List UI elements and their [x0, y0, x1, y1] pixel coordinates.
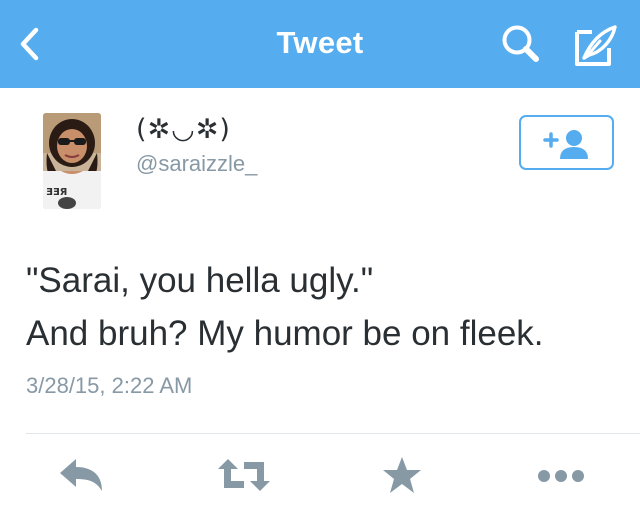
tweet-text: "Sarai, you hella ugly." And bruh? My hu…	[26, 254, 626, 360]
more-dots-icon	[538, 470, 584, 482]
more-button[interactable]	[536, 455, 586, 495]
favorite-button[interactable]	[380, 455, 424, 495]
avatar-photo: ƎƎЯ	[43, 113, 101, 209]
avatar[interactable]: ƎƎЯ	[43, 113, 101, 209]
timestamp: 3/28/15, 2:22 AM	[26, 373, 193, 398]
retweet-icon	[218, 459, 270, 491]
search-icon	[502, 25, 539, 62]
display-name[interactable]: (✲◡✲)	[136, 114, 231, 145]
star-icon	[383, 457, 421, 493]
search-button[interactable]	[498, 22, 544, 68]
follow-button[interactable]	[519, 115, 614, 170]
add-user-icon	[543, 130, 588, 159]
reply-icon	[60, 459, 102, 491]
compose-icon	[575, 25, 617, 66]
retweet-button[interactable]	[216, 455, 272, 495]
svg-text:ƎƎЯ: ƎƎЯ	[46, 187, 67, 198]
divider	[26, 433, 640, 434]
nav-title: Tweet	[276, 25, 364, 60]
reply-button[interactable]	[58, 455, 106, 495]
nav-bar: Tweet	[0, 0, 640, 88]
tweet-text-line: And bruh? My humor be on fleek.	[26, 314, 544, 353]
screen-name[interactable]: @saraizzle_	[136, 151, 257, 177]
compose-button[interactable]	[572, 22, 620, 70]
tweet-text-line: "Sarai, you hella ugly."	[26, 261, 374, 300]
